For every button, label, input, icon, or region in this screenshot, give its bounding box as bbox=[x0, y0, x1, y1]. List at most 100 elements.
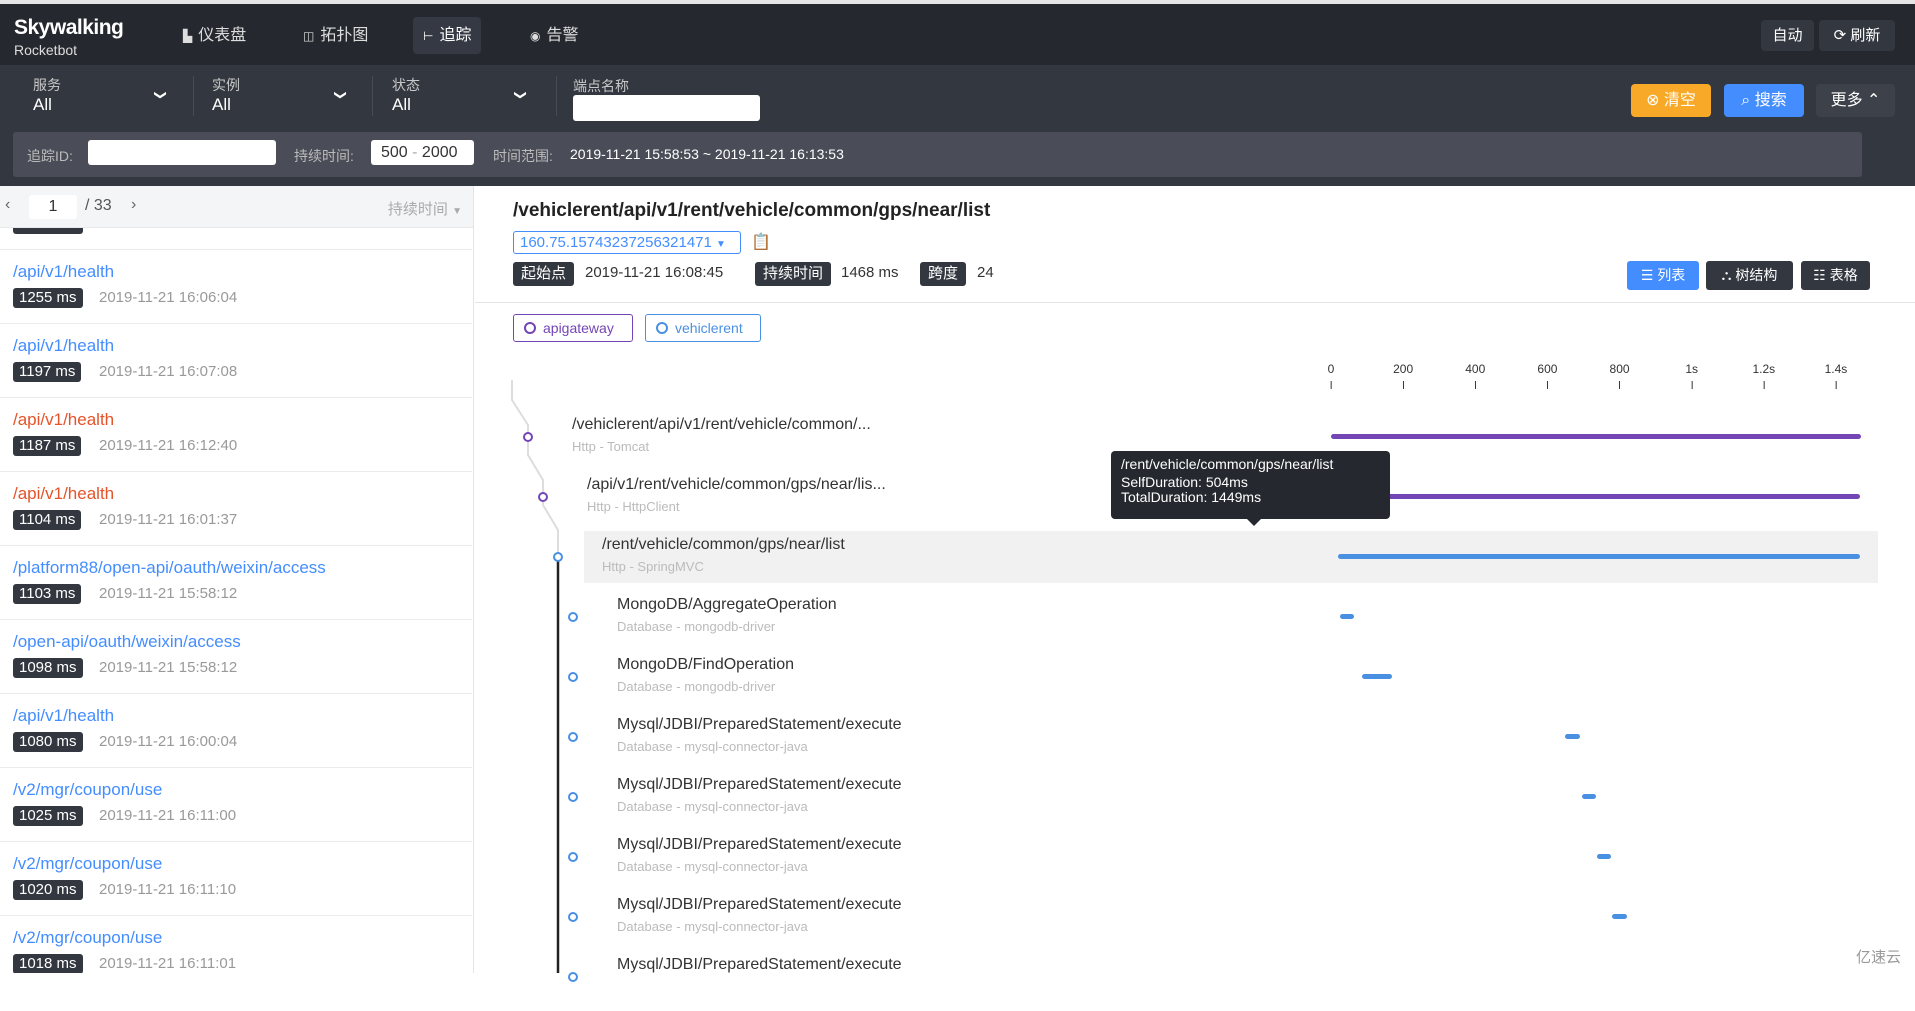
span-duration-bar[interactable] bbox=[1565, 734, 1580, 739]
span-node-icon bbox=[568, 672, 578, 682]
span-row[interactable]: Mysql/JDBI/PreparedStatement/execute Data… bbox=[0, 831, 1915, 891]
service-select[interactable]: 服务 All bbox=[33, 75, 173, 115]
auto-refresh-button[interactable]: 自动 bbox=[1761, 20, 1814, 51]
span-row[interactable]: /vehiclerent/api/v1/rent/vehicle/common/… bbox=[0, 411, 1915, 471]
nav-label: 追踪 bbox=[439, 27, 472, 44]
span-tooltip: /rent/vehicle/common/gps/near/list SelfD… bbox=[1111, 451, 1390, 526]
instance-label: 实例 bbox=[212, 77, 240, 93]
nav-dashboard[interactable]: ▙ 仪表盘 bbox=[173, 17, 256, 54]
next-page-icon[interactable]: › bbox=[131, 196, 136, 214]
span-duration-bar[interactable] bbox=[1340, 614, 1355, 619]
refresh-button[interactable]: ⟳ 刷新 bbox=[1819, 20, 1895, 51]
chevron-down-icon[interactable]: ❯ bbox=[514, 90, 528, 100]
span-duration-bar[interactable] bbox=[1337, 554, 1861, 559]
span-row[interactable]: Mysql/JDBI/PreparedStatement/execute Data… bbox=[0, 711, 1915, 771]
clear-label: 清空 bbox=[1663, 92, 1696, 109]
span-duration-bar[interactable] bbox=[1331, 434, 1861, 439]
divider bbox=[372, 76, 373, 116]
span-row[interactable]: Mysql/JDBI/PreparedStatement/execute Data… bbox=[0, 891, 1915, 951]
trace-id-select[interactable]: 160.75.15743237256321471 ▼ bbox=[513, 231, 741, 254]
divider bbox=[556, 76, 557, 116]
top-navbar bbox=[0, 4, 1915, 65]
view-table-button[interactable]: ☷ 表格 bbox=[1801, 261, 1870, 290]
view-list-button[interactable]: ☰ 列表 bbox=[1627, 261, 1699, 290]
span-name: MongoDB/AggregateOperation bbox=[617, 596, 837, 613]
start-time-value: 2019-11-21 16:08:45 bbox=[585, 264, 724, 281]
span-duration-bar[interactable] bbox=[1334, 494, 1861, 499]
endpoint-input[interactable] bbox=[573, 95, 760, 121]
sort-label: 持续时间 bbox=[387, 201, 448, 218]
service-name: apigateway bbox=[543, 320, 614, 336]
duration-max[interactable]: 2000 bbox=[422, 144, 458, 161]
nav-topology[interactable]: ◫ 拓扑图 bbox=[293, 17, 378, 54]
time-range-value[interactable]: 2019-11-21 15:58:53 ~ 2019-11-21 16:13:5… bbox=[570, 146, 844, 162]
instance-select[interactable]: 实例 All bbox=[212, 75, 352, 115]
view-tree-label: 树结构 bbox=[1735, 267, 1778, 283]
span-name: /api/v1/rent/vehicle/common/gps/near/lis… bbox=[587, 476, 886, 493]
nav-trace[interactable]: ⊢ 追踪 bbox=[413, 17, 482, 54]
trace-endpoint[interactable]: /api/v1/health bbox=[13, 336, 114, 356]
duration-range-input[interactable]: 500 - 2000 bbox=[371, 140, 474, 165]
caret-down-icon: ▼ bbox=[452, 206, 462, 217]
trace-icon: ⊢ bbox=[423, 29, 434, 43]
span-component: Http - Tomcat bbox=[572, 439, 650, 454]
span-duration-bar[interactable] bbox=[1612, 914, 1627, 919]
span-duration-bar[interactable] bbox=[1361, 674, 1393, 679]
more-button[interactable]: 更多 ⌃ bbox=[1816, 84, 1895, 117]
duration-min[interactable]: 500 bbox=[381, 144, 408, 161]
view-tree-button[interactable]: ⛬ 树结构 bbox=[1706, 261, 1793, 290]
search-button[interactable]: ⌕ 搜索 bbox=[1724, 84, 1804, 117]
nav-alarm[interactable]: ◉ 告警 bbox=[520, 17, 589, 54]
span-name: Mysql/JDBI/PreparedStatement/execute bbox=[617, 716, 902, 733]
span-node-icon bbox=[568, 972, 578, 982]
span-row[interactable]: MongoDB/FindOperation Database - mongodb-… bbox=[0, 651, 1915, 711]
axis-tick-label: 400 bbox=[1465, 362, 1486, 376]
tooltip-title: /rent/vehicle/common/gps/near/list bbox=[1121, 456, 1334, 472]
duration-tag: 持续时间 bbox=[755, 262, 832, 286]
status-select[interactable]: 状态 All bbox=[392, 75, 532, 115]
trace-endpoint[interactable]: /api/v1/health bbox=[13, 262, 114, 282]
trace-id-input[interactable] bbox=[88, 140, 276, 165]
sort-select[interactable]: 持续时间 ▼ bbox=[388, 198, 462, 219]
axis-tick-mark bbox=[1763, 381, 1765, 389]
trace-list-item[interactable]: /api/v1/health 1255 ms 2019-11-21 16:06:04 bbox=[0, 250, 472, 324]
search-label: 搜索 bbox=[1754, 92, 1787, 109]
span-row[interactable]: /api/v1/rent/vehicle/common/gps/near/lis… bbox=[0, 471, 1915, 531]
service-name: vehiclerent bbox=[675, 320, 743, 336]
more-label: 更多 bbox=[1830, 92, 1863, 109]
clipboard-icon[interactable]: 📋 bbox=[751, 232, 771, 252]
status-label: 状态 bbox=[392, 77, 420, 93]
page-input[interactable]: 1 bbox=[29, 195, 77, 219]
span-name: Mysql/JDBI/PreparedStatement/execute bbox=[617, 776, 902, 793]
circle-icon bbox=[656, 322, 668, 334]
divider bbox=[475, 302, 1915, 303]
clear-button[interactable]: ⊗ 清空 bbox=[1631, 84, 1711, 117]
start-time-tag: 起始点 bbox=[513, 262, 575, 286]
pagination-bar: ‹ 1 / 33 › 持续时间 ▼ bbox=[0, 186, 473, 228]
span-duration-bar[interactable] bbox=[1597, 854, 1611, 859]
service-value: All bbox=[33, 95, 52, 114]
trace-list-item[interactable]: /api/v1/health 1197 ms 2019-11-21 16:07:08 bbox=[0, 324, 472, 398]
span-node-icon bbox=[568, 792, 578, 802]
endpoint-label: 端点名称 bbox=[573, 78, 629, 94]
span-component: Database - mongodb-driver bbox=[617, 679, 776, 694]
prev-page-icon[interactable]: ‹ bbox=[5, 196, 10, 214]
service-legend-vehiclerent[interactable]: vehiclerent bbox=[645, 314, 761, 342]
span-node-icon bbox=[568, 732, 578, 742]
span-row[interactable]: /rent/vehicle/common/gps/near/list Http -… bbox=[0, 531, 1915, 591]
logo-subtitle: Rocketbot bbox=[14, 42, 78, 58]
span-duration-bar[interactable] bbox=[1581, 794, 1597, 799]
chevron-down-icon[interactable]: ❯ bbox=[154, 90, 168, 100]
status-value: All bbox=[392, 95, 411, 114]
span-name: /vehiclerent/api/v1/rent/vehicle/common/… bbox=[572, 416, 871, 433]
span-row[interactable]: MongoDB/AggregateOperation Database - mon… bbox=[0, 591, 1915, 651]
search-icon: ⌕ bbox=[1741, 92, 1755, 109]
span-row[interactable]: Mysql/JDBI/PreparedStatement/execute bbox=[0, 951, 1915, 1011]
span-row[interactable]: Mysql/JDBI/PreparedStatement/execute Data… bbox=[0, 771, 1915, 831]
total-pages: / 33 bbox=[85, 197, 112, 214]
chevron-down-icon[interactable]: ❯ bbox=[334, 90, 348, 100]
service-legend-apigateway[interactable]: apigateway bbox=[513, 314, 633, 342]
span-name: Mysql/JDBI/PreparedStatement/execute bbox=[617, 836, 902, 853]
duration-value: 1468 ms bbox=[841, 264, 899, 281]
span-component: Database - mysql-connector-java bbox=[617, 799, 808, 814]
